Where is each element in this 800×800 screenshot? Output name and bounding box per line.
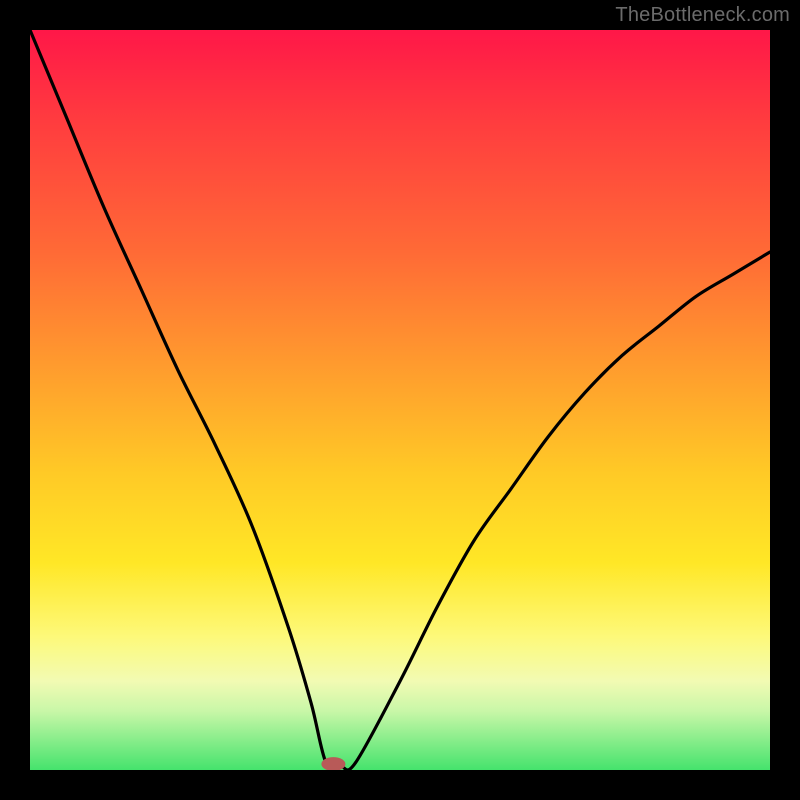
bottleneck-curve bbox=[30, 30, 770, 770]
chart-frame: TheBottleneck.com bbox=[0, 0, 800, 800]
curve-layer bbox=[30, 30, 770, 770]
plot-area bbox=[30, 30, 770, 770]
watermark-text: TheBottleneck.com bbox=[615, 4, 790, 27]
